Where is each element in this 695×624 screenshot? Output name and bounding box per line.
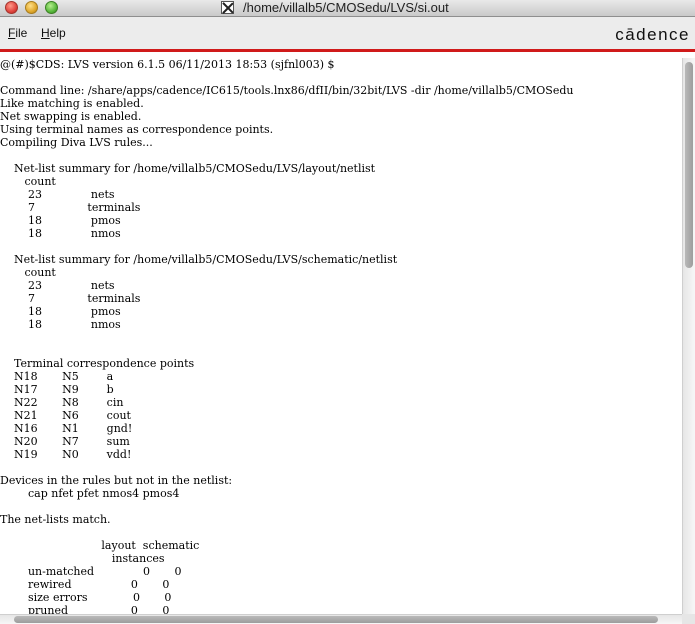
- output-line: Like matching is enabled.: [0, 97, 144, 110]
- output-line: Terminal correspondence points: [0, 357, 195, 370]
- output-line: rewired 0 0: [0, 578, 170, 591]
- file-menu-label: ile: [15, 26, 28, 40]
- output-line: 18 nmos: [0, 227, 121, 240]
- output-line: Using terminal names as correspondence p…: [0, 123, 274, 136]
- output-line: size errors 0 0: [0, 591, 172, 604]
- output-line: 7 terminals: [0, 292, 141, 305]
- file-menu[interactable]: File: [8, 26, 27, 40]
- output-line: count: [0, 175, 56, 188]
- help-menu-mnemonic: H: [41, 26, 50, 40]
- output-line: un-matched 0 0: [0, 565, 182, 578]
- output-line: N17 N9 b: [0, 383, 114, 396]
- x11-icon: [221, 1, 234, 14]
- horizontal-scroll-thumb[interactable]: [14, 616, 658, 623]
- output-line: 7 terminals: [0, 201, 141, 214]
- output-line: 18 pmos: [0, 214, 121, 227]
- output-line: 18 nmos: [0, 318, 121, 331]
- vertical-scroll-thumb[interactable]: [685, 62, 693, 268]
- output-line: 23 nets: [0, 188, 115, 201]
- output-line: @(#)$CDS: LVS version 6.1.5 06/11/2013 1…: [0, 58, 335, 71]
- help-menu[interactable]: Help: [41, 26, 66, 40]
- title-bar: /home/villalb5/CMOSedu/LVS/si.out: [0, 0, 695, 17]
- output-line: layout schematic: [0, 539, 200, 552]
- output-line: cap nfet pfet nmos4 pmos4: [0, 487, 180, 500]
- close-window-button[interactable]: [5, 1, 18, 14]
- output-line: N16 N1 gnd!: [0, 422, 133, 435]
- output-line: Net-list summary for /home/villalb5/CMOS…: [0, 162, 376, 175]
- output-line: N21 N6 cout: [0, 409, 131, 422]
- output-line: instances: [0, 552, 165, 565]
- output-text-area[interactable]: @(#)$CDS: LVS version 6.1.5 06/11/2013 1…: [0, 58, 682, 614]
- output-line: N18 N5 a: [0, 370, 114, 383]
- output-line: Devices in the rules but not in the netl…: [0, 474, 233, 487]
- output-line: Net-list summary for /home/villalb5/CMOS…: [0, 253, 398, 266]
- help-menu-label: elp: [49, 26, 66, 40]
- output-line: Compiling Diva LVS rules...: [0, 136, 153, 149]
- menu-bar: File Help cādence: [0, 17, 695, 49]
- output-line: 23 nets: [0, 279, 115, 292]
- minimize-window-button[interactable]: [25, 1, 38, 14]
- output-line: Command line: /share/apps/cadence/IC615/…: [0, 84, 574, 97]
- window-title: /home/villalb5/CMOSedu/LVS/si.out: [243, 0, 449, 15]
- brand-divider: [0, 49, 695, 52]
- cadence-logo: cādence: [615, 25, 690, 44]
- output-line: pruned 0 0: [0, 604, 170, 614]
- output-line: The net-lists match.: [0, 513, 111, 526]
- output-line: 18 pmos: [0, 305, 121, 318]
- output-line: N22 N8 cin: [0, 396, 124, 409]
- output-line: Net swapping is enabled.: [0, 110, 142, 123]
- horizontal-scrollbar[interactable]: [0, 614, 682, 624]
- output-line: N20 N7 sum: [0, 435, 130, 448]
- output-line: count: [0, 266, 56, 279]
- zoom-window-button[interactable]: [45, 1, 58, 14]
- output-line: N19 N0 vdd!: [0, 448, 132, 461]
- resize-grip[interactable]: [682, 614, 695, 624]
- vertical-scrollbar[interactable]: [682, 58, 695, 614]
